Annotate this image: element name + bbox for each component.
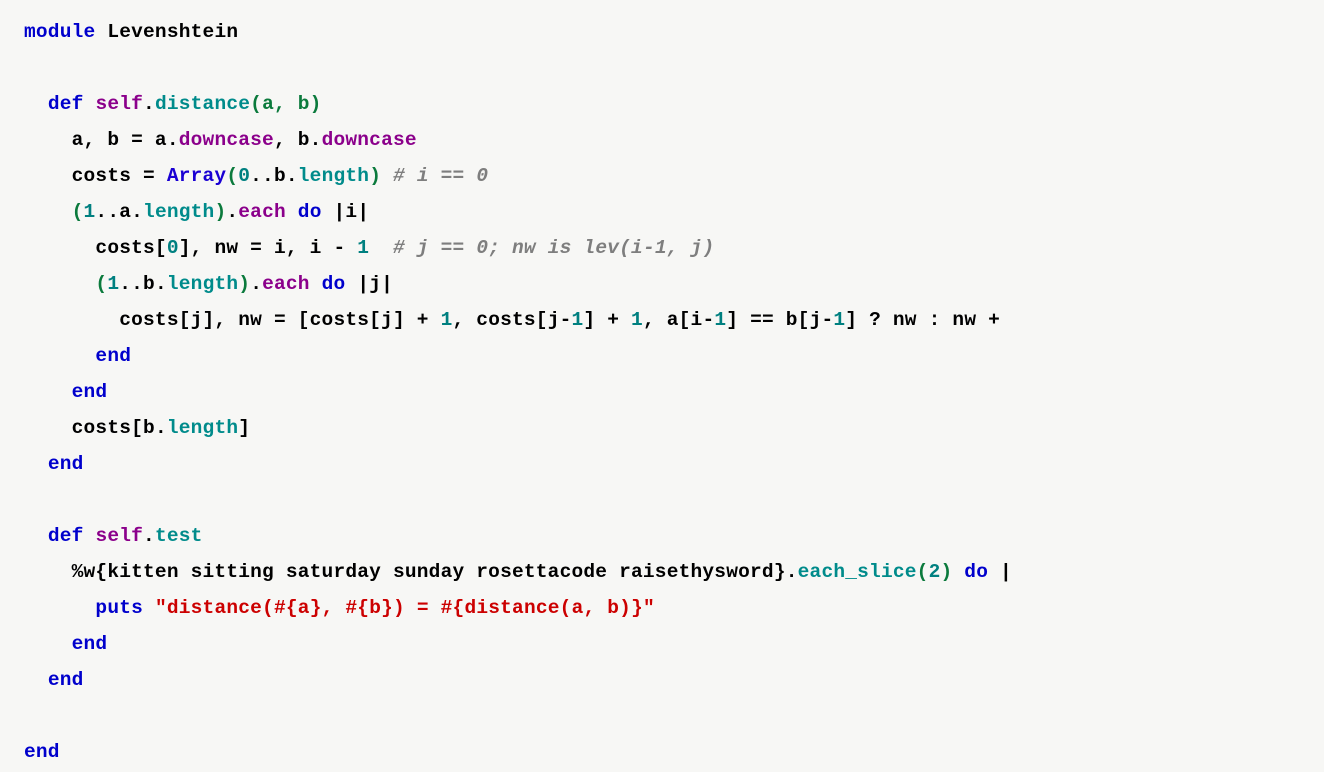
- meth-each: each: [262, 273, 310, 295]
- self-kw: self: [95, 93, 143, 115]
- kw-do: do: [964, 561, 988, 583]
- expr: , costs[j-: [452, 309, 571, 331]
- num: 1: [357, 237, 369, 259]
- expr: , b: [274, 129, 310, 151]
- meth-length: length: [167, 273, 238, 295]
- line-17: puts "distance(#{a}, #{b}) = #{distance(…: [24, 597, 655, 619]
- kw-do: do: [322, 273, 346, 295]
- num: 1: [107, 273, 119, 295]
- meth-each-slice: each_slice: [798, 561, 917, 583]
- string: "distance(#{a}, #{b}) = #{distance(a, b)…: [155, 597, 655, 619]
- expr: a: [119, 201, 131, 223]
- comment: # j == 0; nw is lev(i-1, j): [393, 237, 714, 259]
- expr: %w{kitten sitting saturday sunday rosett…: [72, 561, 786, 583]
- expr: ] ? nw : nw +: [845, 309, 1012, 331]
- line-13: end: [24, 453, 84, 475]
- self-kw: self: [95, 525, 143, 547]
- expr: b: [143, 273, 155, 295]
- range-op: ..: [95, 201, 119, 223]
- line-7: costs[0], nw = i, i - 1 # j == 0; nw is …: [24, 237, 714, 259]
- expr: costs[b: [72, 417, 155, 439]
- num: 1: [833, 309, 845, 331]
- def-name-test: test: [155, 525, 203, 547]
- num: 1: [84, 201, 96, 223]
- num: 1: [714, 309, 726, 331]
- range-op: ..: [250, 165, 274, 187]
- kw-end: end: [48, 669, 84, 691]
- expr: ]: [238, 417, 250, 439]
- comment: # i == 0: [393, 165, 488, 187]
- line-3: def self.distance(a, b): [24, 93, 322, 115]
- num: 2: [929, 561, 941, 583]
- block-args: |j|: [357, 273, 393, 295]
- expr: ] == b[j-: [726, 309, 833, 331]
- kw-end: end: [72, 381, 108, 403]
- line-12: costs[b.length]: [24, 417, 250, 439]
- kw-end: end: [72, 633, 108, 655]
- expr: , a[i-: [643, 309, 714, 331]
- code-block: module Levenshtein def self.distance(a, …: [0, 0, 1324, 772]
- paren-close: ): [238, 273, 250, 295]
- line-6: (1..a.length).each do |i|: [24, 201, 369, 223]
- expr: a, b = a: [72, 129, 167, 151]
- meth-downcase: downcase: [179, 129, 274, 151]
- paren-close: ): [369, 165, 381, 187]
- kw-module: module: [24, 21, 95, 43]
- kw-def: def: [48, 93, 84, 115]
- paren-close: ): [214, 201, 226, 223]
- num: 0: [167, 237, 179, 259]
- expr: costs[: [95, 237, 166, 259]
- kw-do: do: [298, 201, 322, 223]
- line-5: costs = Array(0..b.length) # i == 0: [24, 165, 488, 187]
- meth-each: each: [238, 201, 286, 223]
- paren-open: (: [95, 273, 107, 295]
- num: 1: [631, 309, 643, 331]
- kw-end: end: [48, 453, 84, 475]
- line-18: end: [24, 633, 107, 655]
- line-9: costs[j], nw = [costs[j] + 1, costs[j-1]…: [24, 309, 1012, 331]
- block-args: |: [1000, 561, 1012, 583]
- meth-length: length: [143, 201, 214, 223]
- expr: costs =: [72, 165, 167, 187]
- def-name-distance: distance: [155, 93, 250, 115]
- kw-end: end: [24, 741, 60, 763]
- class-array: Array: [167, 165, 227, 187]
- space: [369, 237, 393, 259]
- line-15: def self.test: [24, 525, 203, 547]
- num: 0: [238, 165, 250, 187]
- line-19: end: [24, 669, 84, 691]
- line-11: end: [24, 381, 107, 403]
- params: (a, b): [250, 93, 321, 115]
- line-10: end: [24, 345, 131, 367]
- meth-length: length: [167, 417, 238, 439]
- kw-def: def: [48, 525, 84, 547]
- kw-puts: puts: [95, 597, 143, 619]
- kw-end: end: [95, 345, 131, 367]
- line-21: end: [24, 741, 60, 763]
- paren-open: (: [72, 201, 84, 223]
- expr: ], nw = i, i -: [179, 237, 358, 259]
- line-1: module Levenshtein: [24, 21, 238, 43]
- meth-length: length: [298, 165, 369, 187]
- meth-downcase: downcase: [322, 129, 417, 151]
- line-4: a, b = a.downcase, b.downcase: [24, 129, 417, 151]
- expr: ] +: [583, 309, 631, 331]
- line-16: %w{kitten sitting saturday sunday rosett…: [24, 561, 1012, 583]
- line-8: (1..b.length).each do |j|: [24, 273, 393, 295]
- expr: costs[j], nw = [costs[j] +: [119, 309, 440, 331]
- block-args: |i|: [334, 201, 370, 223]
- module-name: Levenshtein: [107, 21, 238, 43]
- paren-close: ): [940, 561, 952, 583]
- expr: b: [274, 165, 286, 187]
- paren-open: (: [917, 561, 929, 583]
- paren-open: (: [226, 165, 238, 187]
- num: 1: [441, 309, 453, 331]
- range-op: ..: [119, 273, 143, 295]
- num: 1: [572, 309, 584, 331]
